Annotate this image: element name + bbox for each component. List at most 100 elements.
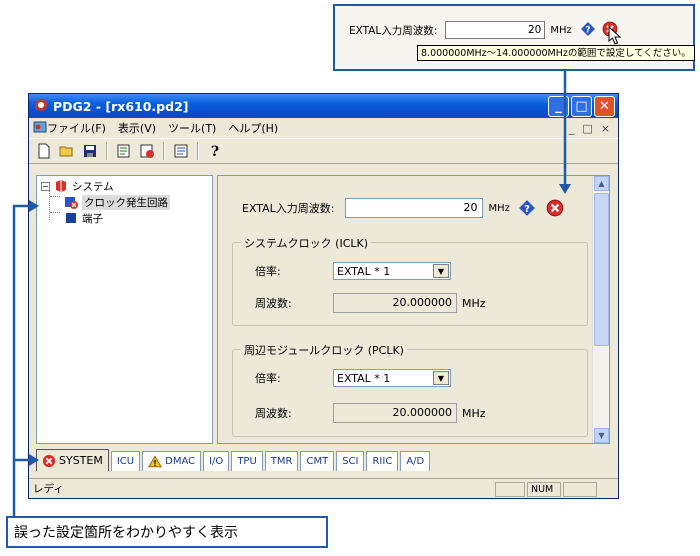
scroll-down-icon[interactable]: ▼ xyxy=(594,428,609,443)
extal-label: EXTAL入力周波数: xyxy=(242,202,335,215)
toolbar-separator xyxy=(197,142,199,160)
mdi-close-button[interactable]: × xyxy=(601,122,610,135)
pclk-group-label: 周辺モジュールクロック (PCLK) xyxy=(241,342,407,358)
tree-node-label: 端子 xyxy=(82,212,103,225)
tree-expander[interactable]: − xyxy=(41,181,50,191)
save-icon[interactable] xyxy=(81,142,99,160)
new-file-icon[interactable] xyxy=(35,142,53,160)
scroll-up-icon[interactable]: ▲ xyxy=(594,176,609,191)
tab-sci[interactable]: SCI xyxy=(336,451,365,471)
status-num: NUM xyxy=(527,482,561,497)
iclk-freq-unit: MHz xyxy=(462,296,486,310)
toolbar: ? xyxy=(29,138,618,164)
iclk-group-label: システムクロック (ICLK) xyxy=(241,235,372,251)
callout-extal-row: EXTAL入力周波数: 20 MHz ? xyxy=(349,20,618,40)
status-text: レディ xyxy=(33,483,64,495)
mdi-restore-button[interactable]: □ xyxy=(582,122,592,135)
module-tabs: SYSTEM ICU ! DMAC I/O TPU TMR CMT SCI RI… xyxy=(36,449,432,472)
report-icon[interactable] xyxy=(172,142,190,160)
extal-unit: MHz xyxy=(488,202,510,214)
generate-all-icon[interactable] xyxy=(138,142,156,160)
app-window: PDG2 - [rx610.pd2] _ □ ✕ ファイル(F) 表示(V) ツ… xyxy=(28,93,619,499)
tab-riic[interactable]: RIIC xyxy=(366,451,399,471)
pin-node-icon xyxy=(64,211,78,225)
pclk-freq-row: 周波数: 20.000000 MHz xyxy=(255,403,486,423)
document-icon[interactable] xyxy=(33,121,47,136)
callout-extal-input[interactable]: 20 xyxy=(445,21,546,39)
help-icon[interactable]: ? xyxy=(518,199,536,217)
status-cell-empty xyxy=(563,482,597,497)
pclk-group: 周辺モジュールクロック (PCLK) 倍率: EXTAL * 1 ▼ 周波数: … xyxy=(232,342,588,437)
extal-input[interactable]: 20 xyxy=(344,198,483,218)
scroll-thumb[interactable] xyxy=(594,193,609,346)
error-tooltip: 8.000000MHz〜14.000000MHzの範囲で設定してください。 xyxy=(417,45,695,61)
svg-text:?: ? xyxy=(585,25,590,35)
menu-bar: ファイル(F) 表示(V) ツール(T) ヘルプ(H) _ □ × xyxy=(29,118,618,138)
menu-view[interactable]: 表示(V) xyxy=(118,120,156,136)
mdi-minimize-button[interactable]: _ xyxy=(569,122,575,135)
tab-tpu[interactable]: TPU xyxy=(231,451,263,471)
menu-file[interactable]: ファイル(F) xyxy=(47,120,106,136)
toolbar-separator xyxy=(106,142,108,160)
callout-extal-unit: MHz xyxy=(550,24,572,36)
tab-icu[interactable]: ICU xyxy=(110,451,141,471)
iclk-freq-row: 周波数: 20.000000 MHz xyxy=(255,293,486,313)
svg-text:?: ? xyxy=(211,144,219,159)
title-bar[interactable]: PDG2 - [rx610.pd2] _ □ ✕ xyxy=(29,94,618,118)
close-button[interactable]: ✕ xyxy=(594,95,615,117)
tab-label: DMAC xyxy=(165,456,196,467)
iclk-rate-label: 倍率: xyxy=(255,265,281,278)
tab-io[interactable]: I/O xyxy=(203,451,230,471)
iclk-freq-value: 20.000000 xyxy=(333,293,457,313)
pclk-freq-value: 20.000000 xyxy=(333,403,457,423)
dropdown-arrow-icon[interactable]: ▼ xyxy=(433,371,449,385)
dropdown-arrow-icon[interactable]: ▼ xyxy=(433,264,449,278)
window-title: PDG2 - [rx610.pd2] xyxy=(53,98,189,114)
status-bar: レディ NUM xyxy=(29,478,618,498)
system-node-icon xyxy=(54,179,68,193)
tree-node-pins[interactable]: 端子 xyxy=(64,210,103,226)
pclk-rate-value: EXTAL * 1 xyxy=(337,371,391,385)
mouse-cursor-icon xyxy=(608,25,622,49)
status-cell-empty xyxy=(495,482,525,497)
svg-text:!: ! xyxy=(153,459,157,468)
iclk-rate-value: EXTAL * 1 xyxy=(337,264,391,278)
minimize-button[interactable]: _ xyxy=(548,95,569,117)
tree-node-system[interactable]: − システム xyxy=(41,178,114,194)
tab-ad[interactable]: A/D xyxy=(400,451,431,471)
callout-extal-label: EXTAL入力周波数: xyxy=(349,24,438,37)
tree-pane[interactable]: − システム クロック発生回路 端子 xyxy=(36,175,213,444)
tree-node-clock[interactable]: クロック発生回路 xyxy=(64,194,170,210)
clock-error-node-icon xyxy=(64,195,78,209)
iclk-rate-select[interactable]: EXTAL * 1 ▼ xyxy=(333,262,451,280)
tab-tmr[interactable]: TMR xyxy=(264,451,299,471)
pclk-rate-row: 倍率: EXTAL * 1 ▼ xyxy=(255,369,451,387)
menu-help[interactable]: ヘルプ(H) xyxy=(228,120,278,136)
error-icon[interactable] xyxy=(546,199,564,217)
warning-icon: ! xyxy=(148,455,163,468)
iclk-group: システムクロック (ICLK) 倍率: EXTAL * 1 ▼ 周波数: 20.… xyxy=(232,235,588,326)
open-folder-icon[interactable] xyxy=(58,142,76,160)
tab-cmt[interactable]: CMT xyxy=(300,451,335,471)
extal-row: EXTAL入力周波数: 20 MHz ? xyxy=(242,198,564,218)
tab-dmac[interactable]: ! DMAC xyxy=(142,451,202,471)
pclk-freq-unit: MHz xyxy=(462,406,486,420)
svg-text:?: ? xyxy=(524,204,530,215)
annotation-note: 誤った設定箇所をわかりやすく表示 xyxy=(6,516,328,548)
generate-icon[interactable] xyxy=(115,142,133,160)
tab-system[interactable]: SYSTEM xyxy=(36,449,109,471)
pclk-rate-select[interactable]: EXTAL * 1 ▼ xyxy=(333,369,451,387)
iclk-freq-label: 周波数: xyxy=(255,297,292,310)
error-icon xyxy=(42,454,56,468)
pclk-freq-label: 周波数: xyxy=(255,407,292,420)
menu-tools[interactable]: ツール(T) xyxy=(168,120,216,136)
iclk-rate-row: 倍率: EXTAL * 1 ▼ xyxy=(255,262,451,280)
maximize-button[interactable]: □ xyxy=(571,95,592,117)
help-icon[interactable]: ? xyxy=(580,21,596,40)
vertical-scrollbar[interactable]: ▲ ▼ xyxy=(592,176,609,443)
help-question-icon[interactable]: ? xyxy=(206,142,224,160)
toolbar-separator xyxy=(163,142,165,160)
tree-node-label: システム xyxy=(72,180,114,193)
pclk-rate-label: 倍率: xyxy=(255,372,281,385)
tab-label: SYSTEM xyxy=(59,454,103,467)
